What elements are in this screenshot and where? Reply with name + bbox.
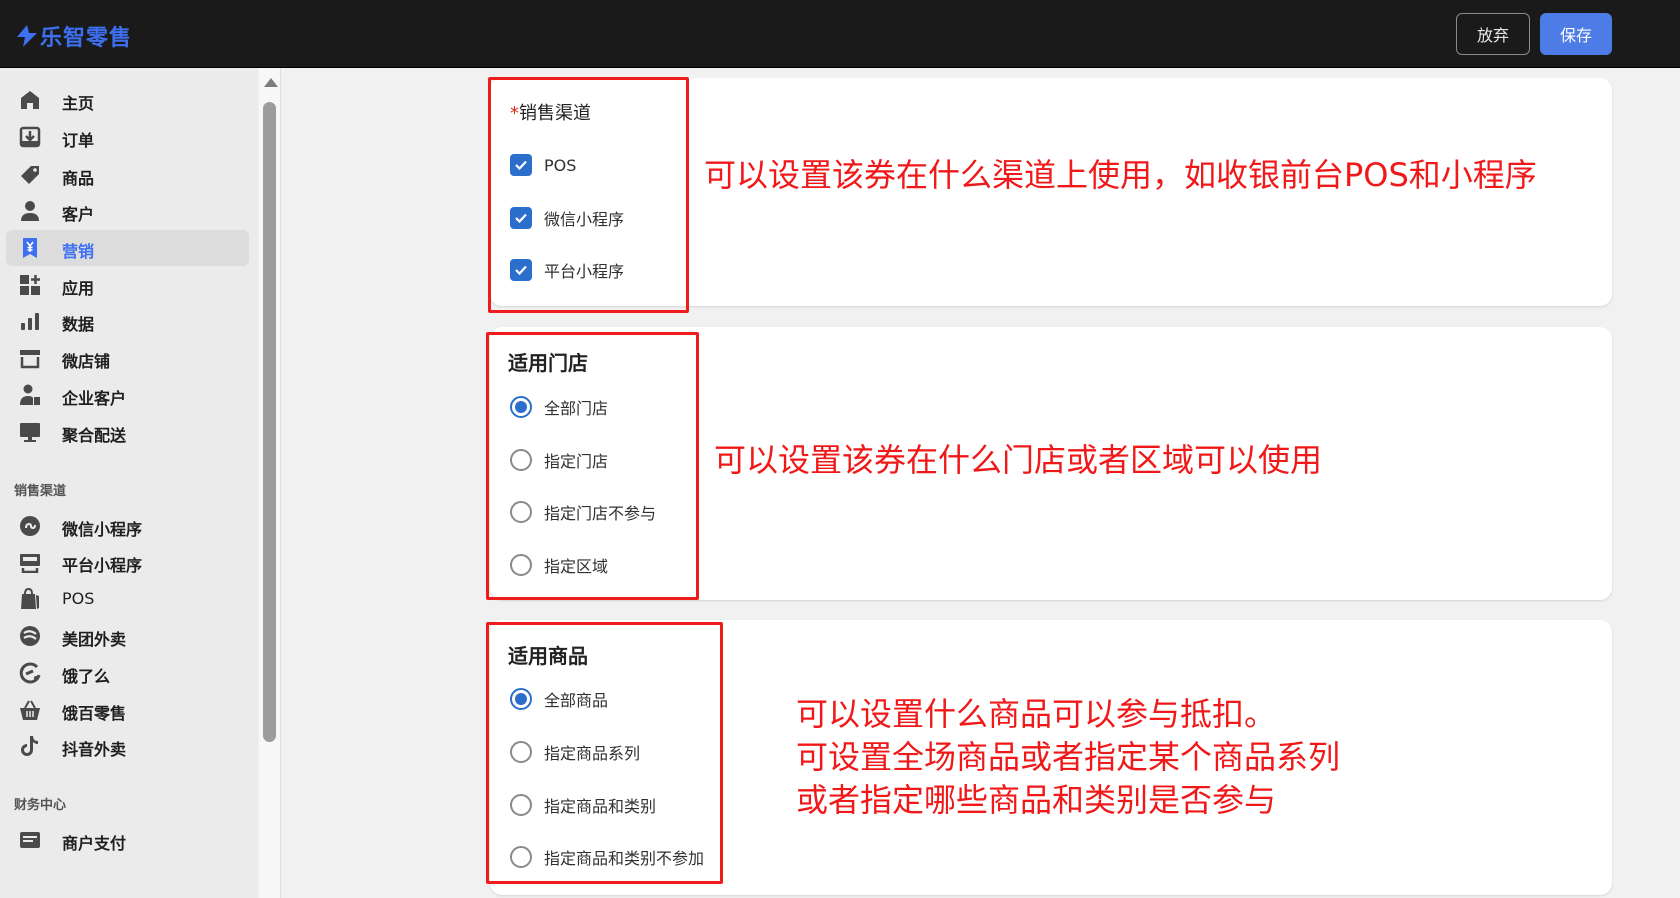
- sidebar-item-marketing[interactable]: 营销: [6, 230, 249, 266]
- tiktok-icon: [19, 735, 41, 757]
- discard-button[interactable]: 放弃: [1456, 13, 1530, 55]
- annotation-note-products-3: 或者指定哪些商品和类别是否参与: [796, 781, 1277, 819]
- basket-icon: [19, 699, 41, 721]
- mini-program-icon: [19, 515, 41, 537]
- sidebar-item-home[interactable]: 主页: [6, 82, 249, 118]
- annotation-box-channels: [488, 77, 689, 313]
- sidebar-item-label: 企业客户: [62, 389, 127, 408]
- scroll-up-arrow-icon[interactable]: [264, 78, 278, 87]
- bar-chart-icon: [19, 310, 41, 332]
- eleme-icon: [19, 662, 41, 684]
- monitor-icon: [19, 421, 41, 443]
- annotation-box-products: [486, 622, 723, 884]
- sidebar-item-label: 营销: [62, 242, 95, 261]
- annotation-note-products-2: 可设置全场商品或者指定某个商品系列: [796, 738, 1341, 776]
- sidebar-item-pos[interactable]: POS: [6, 581, 249, 617]
- logo[interactable]: 乐智零售: [17, 20, 132, 52]
- shopping-bag-icon: [19, 588, 41, 610]
- sidebar-item-label: 微信小程序: [62, 520, 143, 539]
- sidebar-item-label: 微店铺: [62, 352, 111, 371]
- apps-grid-icon: [19, 274, 41, 296]
- sidebar-item-platform-mini[interactable]: 平台小程序: [6, 544, 249, 580]
- platform-store-icon: [19, 551, 41, 573]
- sidebar-item-label: 聚合配送: [62, 426, 127, 445]
- order-download-icon: [19, 126, 41, 148]
- sidebar-item-label: 平台小程序: [62, 556, 143, 575]
- logo-icon: [17, 25, 37, 47]
- annotation-box-stores: [486, 332, 699, 600]
- sidebar-item-label: POS: [62, 589, 95, 608]
- sidebar: 主页 订单 商品 客户 营销 应用 数据 微店铺 企业客户 聚合配送 销售渠道 …: [0, 68, 258, 898]
- sidebar-item-label: 商品: [62, 169, 95, 188]
- sidebar-item-label: 饿百零售: [62, 704, 127, 723]
- tag-icon: [19, 164, 41, 186]
- top-bar: 乐智零售 放弃 保存: [0, 0, 1680, 68]
- sales-channels-section-title: 销售渠道: [14, 484, 67, 499]
- sidebar-item-orders[interactable]: 订单: [6, 119, 249, 155]
- sidebar-item-label: 主页: [62, 94, 95, 113]
- annotation-note-channels: 可以设置该券在什么渠道上使用，如收银前台POS和小程序: [704, 156, 1537, 194]
- sidebar-item-label: 饿了么: [62, 667, 111, 686]
- sidebar-item-merchant-pay[interactable]: 商户支付: [6, 822, 249, 858]
- scrollbar-thumb[interactable]: [263, 102, 276, 742]
- sidebar-item-label: 订单: [62, 131, 95, 150]
- sidebar-item-label: 商户支付: [62, 834, 127, 853]
- meituan-icon: [19, 625, 41, 647]
- sidebar-item-douyin[interactable]: 抖音外卖: [6, 728, 249, 764]
- sidebar-item-apps[interactable]: 应用: [6, 267, 249, 303]
- annotation-note-products-1: 可以设置什么商品可以参与抵扣。: [796, 695, 1277, 733]
- annotation-note-stores: 可以设置该券在什么门店或者区域可以使用: [714, 441, 1323, 479]
- payment-icon: [19, 829, 41, 851]
- sidebar-item-ebai[interactable]: 饿百零售: [6, 692, 249, 728]
- save-button[interactable]: 保存: [1540, 13, 1612, 55]
- sidebar-item-products[interactable]: 商品: [6, 157, 249, 193]
- sidebar-item-label: 应用: [62, 279, 95, 298]
- sidebar-item-label: 美团外卖: [62, 630, 127, 649]
- sidebar-item-data[interactable]: 数据: [6, 303, 249, 339]
- home-icon: [19, 89, 41, 111]
- logo-text: 乐智零售: [40, 26, 133, 51]
- storefront-icon: [19, 347, 41, 369]
- enterprise-user-icon: [19, 384, 41, 406]
- sidebar-item-eleme[interactable]: 饿了么: [6, 655, 249, 691]
- sidebar-item-microshop[interactable]: 微店铺: [6, 340, 249, 376]
- finance-section-title: 财务中心: [14, 798, 67, 813]
- sidebar-item-label: 数据: [62, 315, 95, 334]
- sidebar-item-meituan[interactable]: 美团外卖: [6, 618, 249, 654]
- sidebar-item-label: 抖音外卖: [62, 740, 127, 759]
- sidebar-item-delivery[interactable]: 聚合配送: [6, 414, 249, 450]
- sidebar-item-enterprise-customers[interactable]: 企业客户: [6, 377, 249, 413]
- sidebar-item-label: 客户: [62, 205, 95, 224]
- person-icon: [19, 200, 41, 222]
- sidebar-scrollbar[interactable]: [259, 68, 281, 898]
- sidebar-item-customers[interactable]: 客户: [6, 193, 249, 229]
- yuan-icon: [19, 237, 41, 259]
- sidebar-item-wechat-mini[interactable]: 微信小程序: [6, 508, 249, 544]
